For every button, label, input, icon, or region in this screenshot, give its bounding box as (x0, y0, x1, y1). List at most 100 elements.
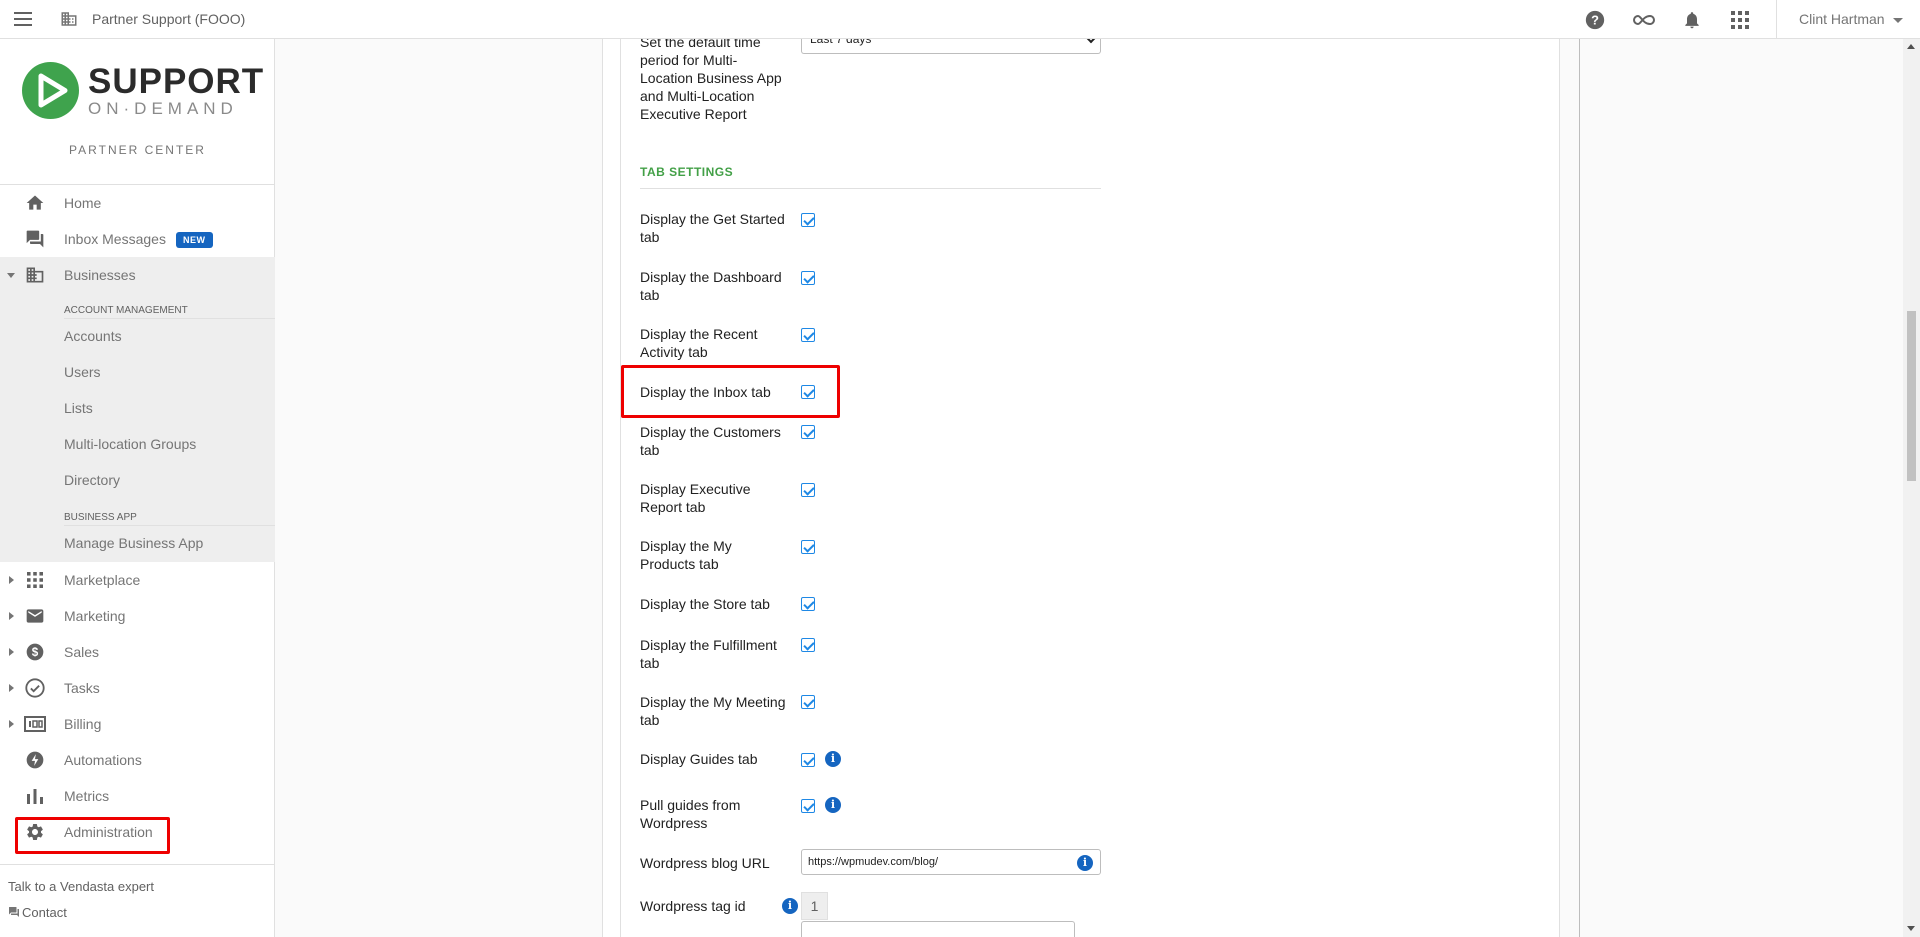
caret-right-icon (9, 720, 14, 728)
talk-to-expert-link[interactable]: Talk to a Vendasta expert (8, 879, 154, 894)
tab-setting-label: Pull guides from Wordpress (640, 797, 741, 831)
sidebar-subitem-multi-location-groups[interactable]: Multi-location Groups (0, 427, 275, 461)
sidebar-item-home[interactable]: Home (0, 185, 275, 221)
divider (0, 864, 275, 865)
play-logo-icon (22, 62, 79, 119)
sidebar-subitem-accounts[interactable]: Accounts (0, 319, 275, 353)
caret-right-icon (9, 576, 14, 584)
sidebar-item-label: Automations (64, 752, 142, 768)
bell-icon[interactable] (1679, 7, 1705, 33)
pull-guides-checkbox[interactable] (801, 799, 815, 813)
sidebar-item-label: Inbox Messages (64, 231, 166, 247)
wordpress-tag-label: Wordpress tag id (640, 898, 746, 914)
inbox-checkbox[interactable] (801, 385, 815, 399)
svg-text:$: $ (32, 646, 39, 659)
sidebar-item-label: Tasks (64, 680, 100, 696)
sidebar-item-administration[interactable]: Administration (0, 814, 275, 850)
wordpress-url-input[interactable] (801, 849, 1101, 875)
caret-right-icon (9, 612, 14, 620)
account-management-heading: ACCOUNT MANAGEMENT (64, 305, 188, 316)
sidebar-item-label: Marketplace (64, 572, 141, 588)
sidebar-item-sales[interactable]: $ Sales (0, 634, 275, 670)
sidebar-item-label: Businesses (64, 267, 136, 283)
scroll-thumb[interactable] (1907, 311, 1916, 481)
executive-report-checkbox[interactable] (801, 483, 815, 497)
help-icon[interactable]: ? (1582, 7, 1608, 33)
scrollbar[interactable] (1903, 39, 1920, 937)
caret-right-icon (9, 648, 14, 656)
my-meeting-checkbox[interactable] (801, 695, 815, 709)
sidebar-item-label: Sales (64, 644, 100, 660)
store-checkbox[interactable] (801, 597, 815, 611)
caret-down-icon (7, 272, 15, 278)
scroll-down-arrow-icon[interactable] (1907, 926, 1915, 931)
wordpress-tag-input[interactable] (801, 921, 1075, 937)
get-started-checkbox[interactable] (801, 213, 815, 227)
gear-icon (24, 821, 46, 843)
logo-main-text: SUPPORT (88, 62, 265, 101)
sidebar-subitem-label: Accounts (64, 328, 122, 344)
sidebar-item-inbox-messages[interactable]: Inbox Messages NEW (0, 221, 275, 257)
sidebar-subitem-lists[interactable]: Lists (0, 391, 275, 425)
home-icon (24, 192, 46, 214)
business-app-heading: BUSINESS APP (64, 512, 137, 523)
info-icon[interactable]: i (825, 797, 841, 813)
contact-link[interactable]: Contact (8, 905, 67, 920)
sidebar-item-marketplace[interactable]: Marketplace (0, 562, 275, 598)
my-products-checkbox[interactable] (801, 540, 815, 554)
sidebar-subitem-manage-business-app[interactable]: Manage Business App (0, 526, 275, 560)
tab-setting-label: Display the Recent Activity tab (640, 326, 758, 360)
tab-setting-label: Display Guides tab (640, 751, 758, 767)
dollar-icon: $ (24, 641, 46, 663)
scroll-up-arrow-icon[interactable] (1907, 44, 1915, 49)
hamburger-menu-icon[interactable] (10, 8, 36, 32)
customers-checkbox[interactable] (801, 425, 815, 439)
sidebar-item-metrics[interactable]: Metrics (0, 778, 275, 814)
mail-icon (24, 605, 46, 627)
chat-icon (9, 907, 19, 917)
billing-icon (24, 713, 46, 735)
sidebar-subitem-label: Directory (64, 472, 121, 488)
wordpress-tag-chip[interactable]: 1 (801, 892, 828, 920)
tab-setting-label: Display the My Products tab (640, 538, 732, 572)
sidebar-item-billing[interactable]: Billing (0, 706, 275, 742)
sidebar-item-tasks[interactable]: Tasks (0, 670, 275, 706)
caret-right-icon (9, 684, 14, 692)
sidebar-item-label: Home (64, 195, 102, 211)
top-divider (1776, 0, 1777, 39)
check-circle-icon (24, 677, 46, 699)
divider (640, 188, 1101, 189)
sidebar-subitem-label: Users (64, 364, 101, 380)
sidebar-item-automations[interactable]: Automations (0, 742, 275, 778)
dashboard-checkbox[interactable] (801, 271, 815, 285)
sidebar-subitem-directory[interactable]: Directory (0, 463, 275, 497)
right-panel-border (1579, 39, 1580, 937)
partner-title: Partner Support (FOOO) (92, 11, 246, 27)
tab-setting-label: Display the Dashboard tab (640, 269, 782, 303)
logo[interactable]: SUPPORT ON·DEMAND (22, 62, 263, 122)
wordpress-url-label: Wordpress blog URL (640, 855, 770, 871)
sidebar-item-businesses[interactable]: Businesses (0, 257, 275, 293)
sidebar-subitem-label: Lists (64, 400, 93, 416)
recent-activity-checkbox[interactable] (801, 328, 815, 342)
tab-setting-label: Display the Inbox tab (640, 384, 771, 400)
sidebar-item-label: Billing (64, 716, 102, 732)
apps-grid-icon[interactable] (1727, 7, 1753, 33)
top-bar: Partner Support (FOOO) ? Clint Hartman (0, 0, 1920, 39)
sidebar: SUPPORT ON·DEMAND PARTNER CENTER Home In… (0, 39, 275, 937)
info-icon[interactable]: i (782, 898, 798, 914)
user-name: Clint Hartman (1799, 11, 1885, 27)
sidebar-subitem-label: Multi-location Groups (64, 436, 197, 452)
user-menu[interactable]: Clint Hartman (1799, 11, 1903, 27)
fulfillment-checkbox[interactable] (801, 638, 815, 652)
guides-checkbox[interactable] (801, 753, 815, 767)
infinity-icon[interactable] (1631, 7, 1657, 33)
chevron-down-icon (1892, 17, 1903, 23)
sidebar-subitem-users[interactable]: Users (0, 355, 275, 389)
bolt-icon (24, 749, 46, 771)
bar-chart-icon (24, 785, 46, 807)
tab-setting-label: Display the Customers tab (640, 424, 781, 458)
info-icon[interactable]: i (1077, 855, 1093, 871)
info-icon[interactable]: i (825, 751, 841, 767)
sidebar-item-marketing[interactable]: Marketing (0, 598, 275, 634)
